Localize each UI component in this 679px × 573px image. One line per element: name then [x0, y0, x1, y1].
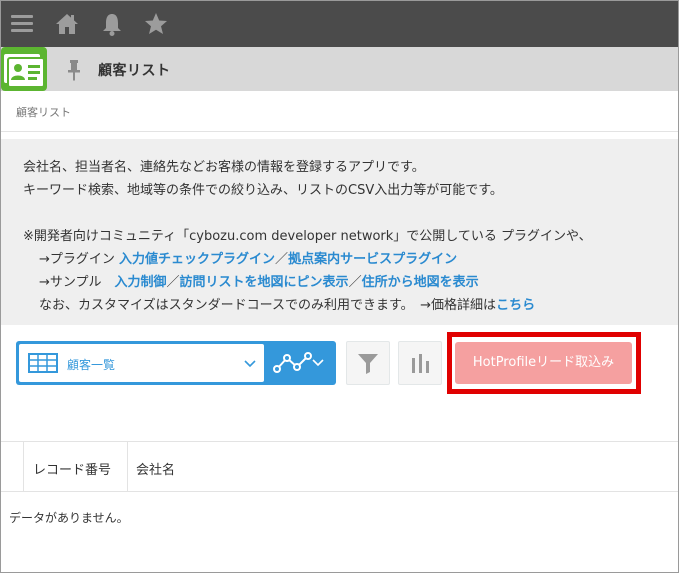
column-divider	[127, 442, 128, 491]
address-map-link[interactable]: 住所から地図を表示	[362, 275, 479, 290]
separator: ／	[275, 252, 289, 267]
filter-icon	[358, 354, 378, 374]
table-header-border	[1, 491, 678, 492]
chevron-down-icon[interactable]	[312, 359, 324, 367]
separator: ／	[348, 275, 362, 290]
price-details-link[interactable]: こちら	[496, 298, 535, 313]
plugin-links-line: →プラグイン 入力値チェックプラグイン／拠点案内サービスプラグイン	[39, 248, 457, 267]
visit-map-pin-link[interactable]: 訪問リストを地図にピン表示	[180, 275, 349, 290]
pin-icon[interactable]	[67, 59, 81, 81]
table-top-border	[1, 441, 678, 442]
input-control-link[interactable]: 入力制御	[115, 275, 167, 290]
star-icon[interactable]	[143, 11, 169, 37]
app-description: 会社名、担当者名、連絡先などお客様の情報を登録するアプリです。 キーワード検索、…	[1, 139, 678, 325]
column-divider	[23, 442, 24, 491]
sample-links-line: →サンプル 入力制御／訪問リストを地図にピン表示／住所から地図を表示	[39, 271, 479, 290]
table-view-icon	[28, 353, 58, 373]
column-header-company-name[interactable]: 会社名	[136, 459, 175, 478]
global-header	[1, 1, 678, 47]
view-selector: 顧客一覧	[16, 341, 336, 385]
filter-button[interactable]	[346, 341, 390, 385]
breadcrumb[interactable]: 顧客リスト	[16, 104, 71, 120]
graph-icon[interactable]	[273, 352, 313, 374]
location-guide-plugin-link[interactable]: 拠点案内サービスプラグイン	[288, 252, 457, 267]
bell-icon[interactable]	[99, 11, 125, 37]
plugin-prefix: →プラグイン	[39, 252, 120, 267]
divider	[1, 131, 678, 132]
view-name: 顧客一覧	[67, 358, 116, 372]
description-line: 会社名、担当者名、連絡先などお客様の情報を登録するアプリです。	[23, 160, 425, 175]
menu-icon[interactable]	[9, 11, 35, 37]
sample-prefix: →サンプル	[39, 275, 115, 290]
app-contact-card-icon[interactable]	[1, 47, 47, 91]
bar-chart-icon	[412, 354, 429, 373]
home-icon[interactable]	[54, 11, 80, 37]
view-dropdown[interactable]: 顧客一覧	[19, 344, 264, 382]
hotprofile-import-button[interactable]: HotProfileリード取込み	[455, 342, 632, 384]
app-frame: 顧客リスト 顧客リスト 会社名、担当者名、連絡先などお客様の情報を登録するアプリ…	[0, 0, 679, 573]
empty-message: データがありません。	[9, 511, 129, 525]
chart-button[interactable]	[398, 341, 442, 385]
app-title: 顧客リスト	[98, 63, 171, 79]
description-line: ※開発者向けコミュニティ「cybozu.com developer networ…	[23, 229, 592, 244]
column-header-record-number[interactable]: レコード番号	[33, 459, 111, 478]
input-check-plugin-link[interactable]: 入力値チェックプラグイン	[119, 252, 275, 267]
description-line: キーワード検索、地域等の条件での絞り込み、リストのCSV入出力等が可能です。	[23, 183, 503, 198]
chevron-down-icon	[244, 360, 256, 368]
note-text: なお、カスタマイズはスタンダードコースでのみ利用できます。 →価格詳細は	[39, 298, 497, 313]
separator: ／	[166, 275, 180, 290]
app-header: 顧客リスト	[1, 47, 678, 91]
note-line: なお、カスタマイズはスタンダードコースでのみ利用できます。 →価格詳細はこちら	[39, 294, 535, 313]
